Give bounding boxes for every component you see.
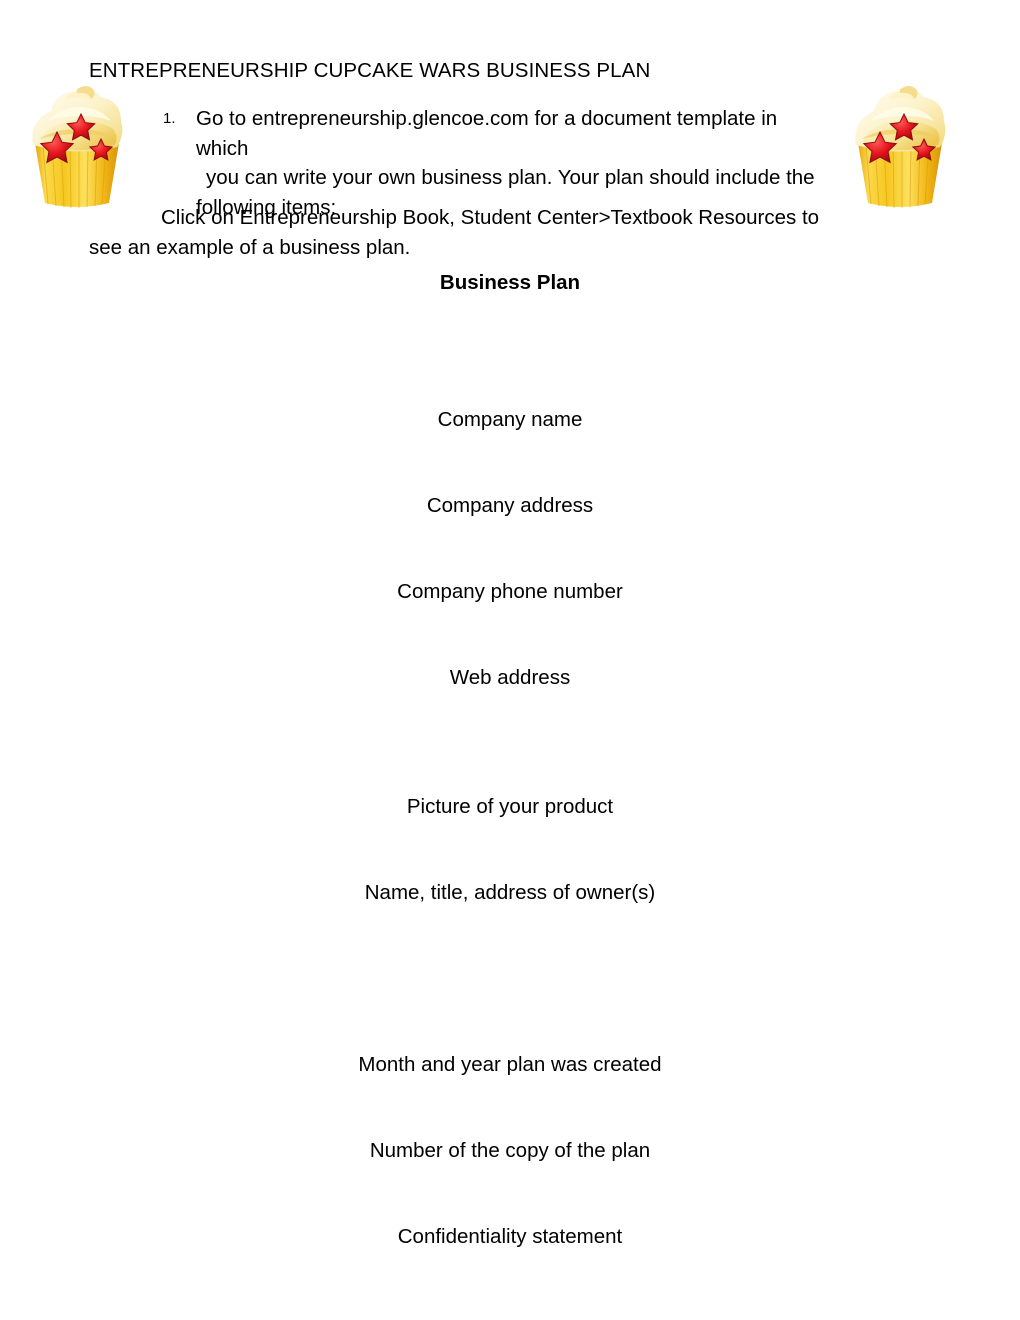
- plan-item-line: Name, title, address of owner(s): [364, 881, 656, 904]
- document-page: ENTREPRENEURSHIP CUPCAKE WARS BUSINESS P…: [0, 0, 1020, 1320]
- business-plan-item-list: Company name Company address Company pho…: [0, 355, 1020, 1258]
- plan-spacer-line: [0, 742, 1020, 785]
- plan-spacer-line: [0, 957, 1020, 1000]
- plan-item-line: Confidentiality statement: [397, 1225, 623, 1248]
- instruction-line-1: Go to entrepreneurship.glencoe.com for a…: [196, 107, 778, 160]
- cupcake-image-right: [844, 77, 956, 209]
- plan-spacer-line: [0, 1000, 1020, 1043]
- plan-spacer-line: [0, 613, 1020, 656]
- plan-item-line: Company address: [426, 494, 594, 517]
- plan-spacer-line: [0, 355, 1020, 398]
- plan-spacer-line: [0, 914, 1020, 957]
- plan-item-line: Company name: [437, 408, 583, 431]
- list-marker: 1.: [163, 110, 176, 127]
- cupcake-image-left: [21, 77, 133, 209]
- plan-item-line: Number of the copy of the plan: [369, 1139, 651, 1162]
- business-plan-heading: Business Plan: [439, 271, 581, 294]
- plan-spacer-line: [0, 527, 1020, 570]
- plan-spacer-line: [0, 441, 1020, 484]
- document-title: ENTREPRENEURSHIP CUPCAKE WARS BUSINESS P…: [89, 59, 651, 82]
- body-paragraph: Click on Entrepreneurship Book, Student …: [89, 206, 820, 259]
- plan-spacer-line: [0, 699, 1020, 742]
- plan-item-line: Company phone number: [397, 580, 623, 603]
- plan-spacer-line: [0, 1086, 1020, 1129]
- plan-spacer-line: [0, 1172, 1020, 1215]
- plan-item-line: Month and year plan was created: [358, 1053, 662, 1076]
- plan-item-line: Picture of your product: [406, 795, 614, 818]
- plan-item-line: Web address: [449, 666, 571, 689]
- plan-spacer-line: [0, 828, 1020, 871]
- instruction-line-2: you can write your own business plan. Yo…: [206, 166, 815, 189]
